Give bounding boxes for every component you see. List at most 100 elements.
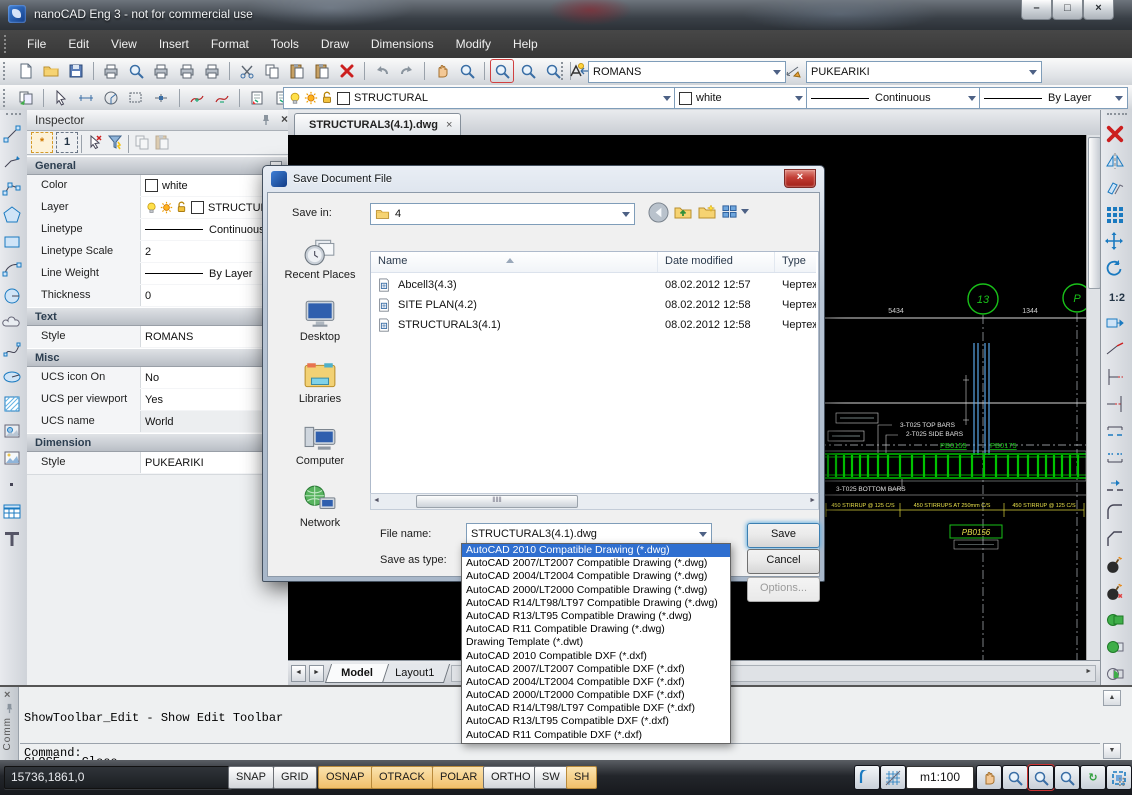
ellipse-tool[interactable] [2,367,26,391]
scroll-right-icon[interactable]: ► [809,497,816,504]
scale-tool[interactable]: 1:2 [1105,286,1129,310]
point-tool[interactable] [2,475,26,499]
break-at-point-tool[interactable] [1105,421,1129,445]
redo-button[interactable] [396,60,418,82]
spline-edit-button[interactable] [211,87,233,109]
snap-toggle[interactable]: SNAP [228,766,274,789]
circle-tool[interactable] [2,286,26,310]
zoom-in-button[interactable] [1002,765,1028,790]
hatch-tool[interactable] [2,394,26,418]
scale-field[interactable]: m1:100 [906,766,974,789]
back-button[interactable] [648,202,669,223]
union-tool[interactable] [1105,610,1129,634]
save-as-type-dropdown[interactable]: AutoCAD 2010 Compatible Drawing (*.dwg) … [461,543,731,744]
canvas-vertical-scrollbar[interactable] [1086,135,1101,660]
file-list-hscrollbar[interactable]: ◄ ► ⦀⦀⦀ [370,493,819,510]
text-tool[interactable] [2,529,26,553]
move-tool[interactable] [1105,232,1129,256]
table-tool[interactable] [2,502,26,526]
menu-dimensions[interactable]: Dimensions [360,30,445,58]
ucs-icon-button[interactable] [854,765,880,790]
layer-freeze-icon[interactable] [304,91,318,105]
dim-style-icon[interactable] [782,60,804,82]
pin-icon[interactable] [260,114,272,126]
paste-special-button[interactable] [311,60,333,82]
layer-combo[interactable]: STRUCTURAL [283,87,676,109]
type-option[interactable]: AutoCAD 2010 Compatible DXF (*.dxf) [462,650,730,663]
lengthen-tool[interactable] [1105,340,1129,364]
scroll-down-button[interactable]: ▼ [1103,743,1121,759]
command-panel-tab[interactable]: × Comm [0,687,19,762]
text-style-icon[interactable] [565,60,587,82]
close-icon[interactable]: × [4,689,10,701]
plot-settings-button[interactable] [150,60,172,82]
section-misc[interactable]: Misc- [27,348,287,367]
chevron-down-icon[interactable] [663,95,671,105]
scrollbar-thumb[interactable]: ⦀⦀⦀ [416,495,578,508]
place-libraries[interactable]: Libraries [274,361,366,405]
close-icon[interactable]: × [281,112,288,126]
type-option[interactable]: AutoCAD 2010 Compatible Drawing (*.dwg) [462,544,730,558]
deselect-icon[interactable] [85,133,105,152]
match-properties-button[interactable] [15,87,37,109]
options-button[interactable]: Options... [747,577,820,602]
selection-count-icon[interactable]: 1 [56,131,78,153]
zoom-dynamic-button[interactable] [517,60,539,82]
subtract-tool[interactable] [1105,637,1129,661]
fillet-tool[interactable] [1105,502,1129,526]
close-button[interactable]: × [1083,0,1114,20]
tab-scroll-right[interactable]: ► [309,665,324,682]
menu-file[interactable]: File [16,30,57,58]
type-option[interactable]: AutoCAD 2004/LT2004 Compatible DXF (*.dx… [462,676,730,689]
up-level-button[interactable] [674,204,692,220]
polar-toggle[interactable]: POLAR [432,766,486,789]
layer-lock-icon[interactable] [320,91,334,105]
type-option[interactable]: AutoCAD 2000/LT2000 Compatible DXF (*.dx… [462,689,730,702]
file-name-combo[interactable]: STRUCTURAL3(4.1).dwg [466,523,712,545]
type-option[interactable]: Drawing Template (*.dwt) [462,636,730,649]
sw-toggle[interactable]: SW [534,766,568,789]
type-option[interactable]: AutoCAD 2000/LT2000 Compatible Drawing (… [462,584,730,597]
line-tool[interactable] [2,124,26,148]
zoom-window-button[interactable] [490,59,515,83]
section-text[interactable]: Text- [27,307,287,326]
print-button[interactable] [100,60,122,82]
pin-icon[interactable] [4,703,15,714]
offset-tool[interactable] [1105,178,1129,202]
menu-help[interactable]: Help [502,30,549,58]
angle-button[interactable] [100,87,122,109]
raster-image-tool[interactable] [2,448,26,472]
menu-modify[interactable]: Modify [445,30,502,58]
area-button[interactable] [125,87,147,109]
sh-toggle[interactable]: SH [566,766,598,789]
polygon-tool[interactable] [2,205,26,229]
delete-button[interactable] [336,60,358,82]
place-desktop[interactable]: Desktop [274,299,366,343]
column-date-modified[interactable]: Date modified [658,252,775,272]
section-dimension[interactable]: Dimension- [27,433,287,452]
command-input[interactable]: Command: [24,746,82,760]
lineweight-combo[interactable]: By Layer [979,87,1128,109]
chevron-down-icon[interactable] [773,69,781,79]
chevron-down-icon[interactable] [1115,95,1123,105]
select-all-icon[interactable]: * [31,131,53,153]
grid-toggle[interactable]: GRID [273,766,317,789]
column-name[interactable]: Name [371,252,658,272]
file-row[interactable]: STRUCTURAL3(4.1) 08.02.2012 12:58 Чертеж… [371,316,816,333]
zoom-window-button[interactable] [1027,764,1055,791]
menu-insert[interactable]: Insert [148,30,200,58]
type-option[interactable]: AutoCAD R11 Compatible Drawing (*.dwg) [462,623,730,636]
tab-close-icon[interactable]: × [446,119,452,131]
chevron-down-icon[interactable] [699,531,707,541]
paste-button[interactable] [286,60,308,82]
pan-button[interactable] [431,60,453,82]
pan-button[interactable] [976,765,1002,790]
menu-view[interactable]: View [100,30,148,58]
place-network[interactable]: Network [274,485,366,529]
minimize-button[interactable]: – [1021,0,1052,20]
file-row[interactable]: Abcell3(4.3) 08.02.2012 12:57 Чертеж n [371,276,816,293]
region-tool[interactable] [2,421,26,445]
extend-tool[interactable] [1105,394,1129,418]
explode-attributes-tool[interactable] [1105,583,1129,607]
toolbar-drag-handle[interactable] [6,113,21,121]
